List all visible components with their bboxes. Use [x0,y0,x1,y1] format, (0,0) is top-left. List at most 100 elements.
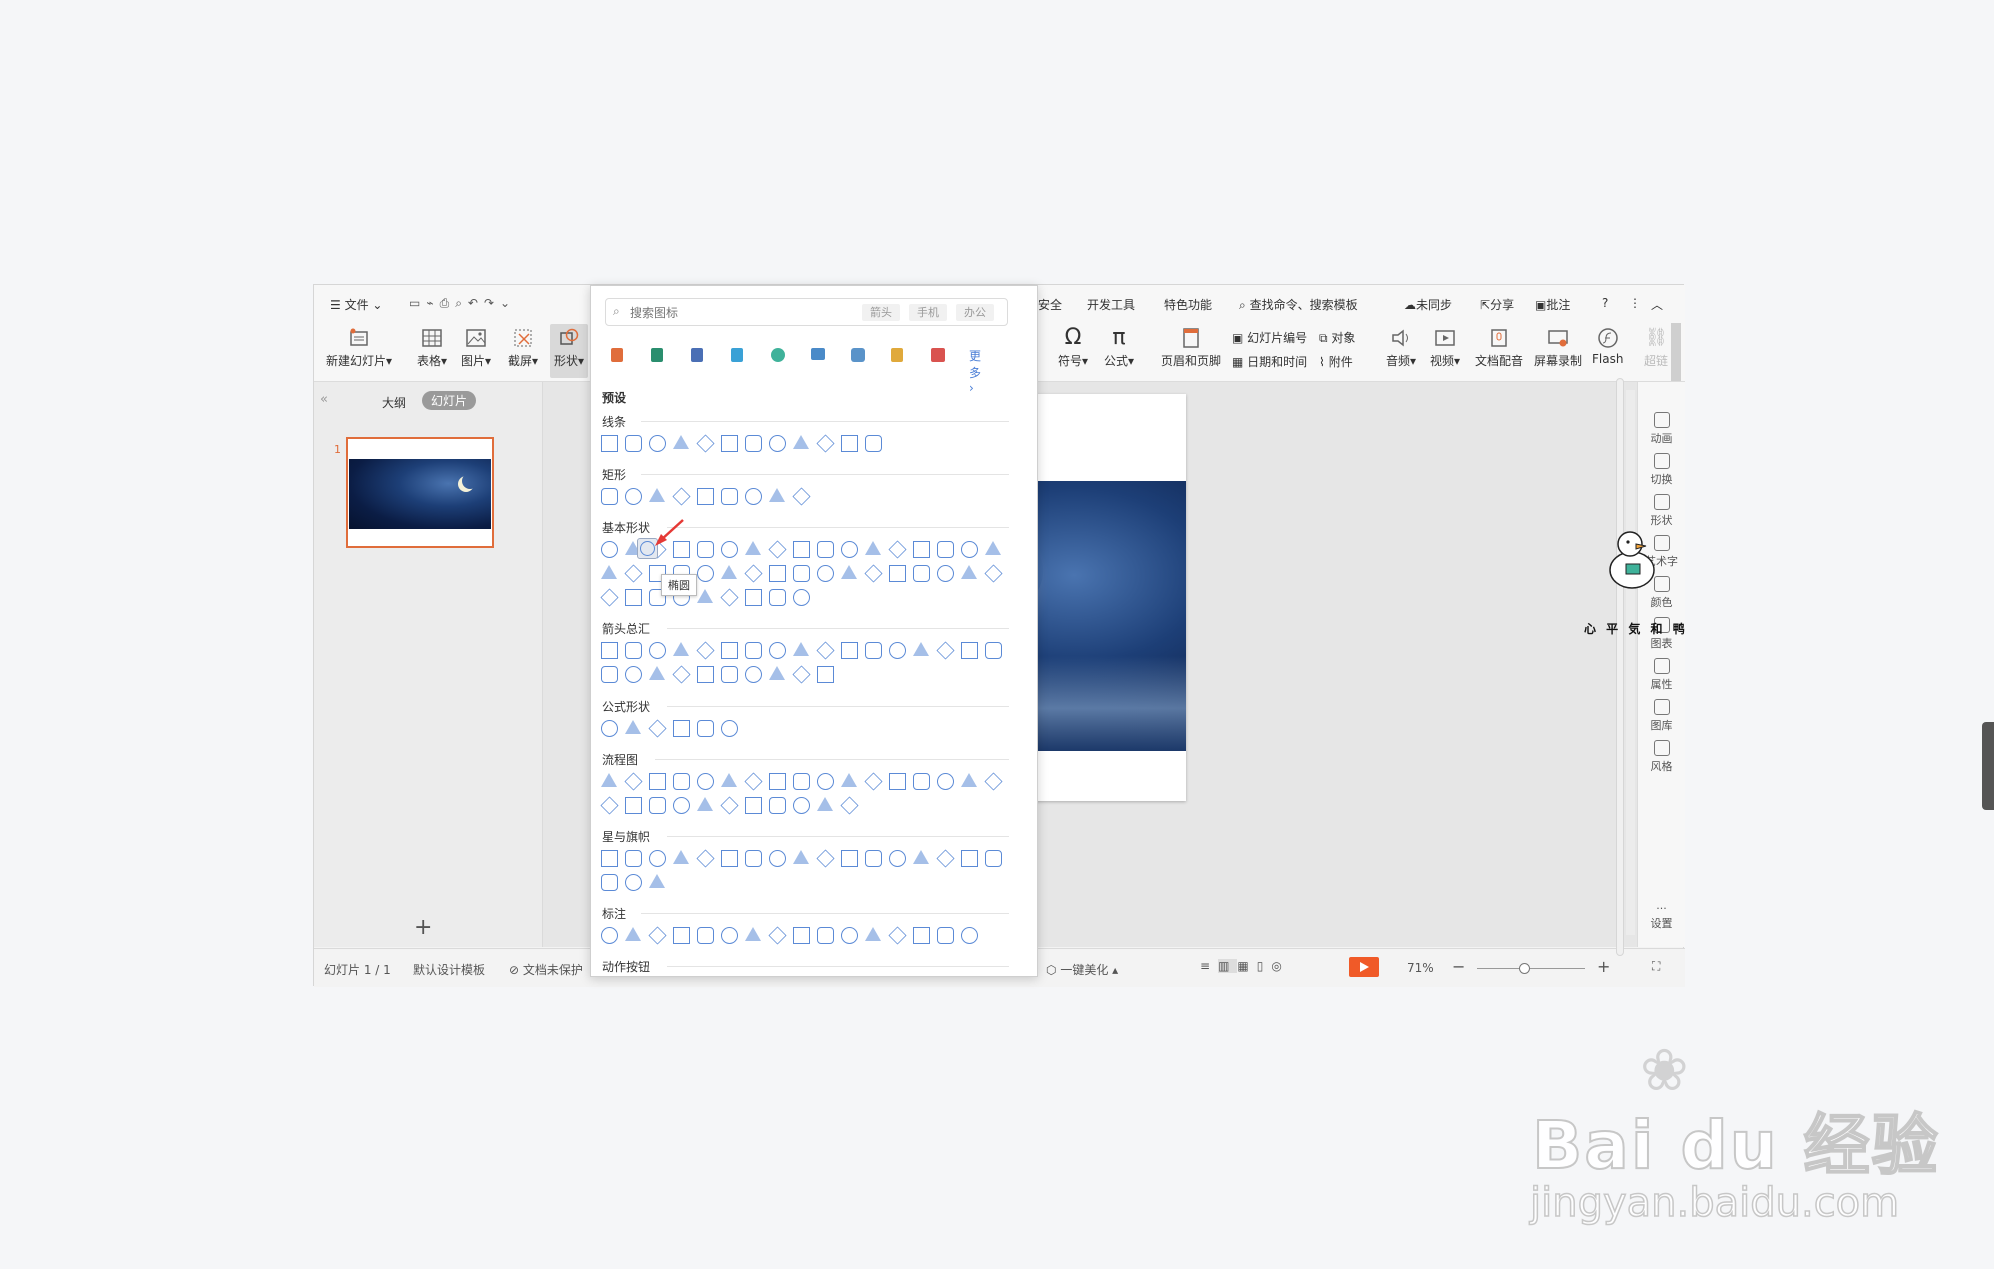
beautify-button[interactable]: ⬡ 一键美化 ▴ [1046,961,1118,978]
shape-item[interactable] [721,850,738,867]
attachment-button[interactable]: ⌇ 附件 [1319,353,1353,370]
format-painter-icon[interactable]: ⌁ [426,296,439,310]
shape-item[interactable] [937,773,954,790]
tab-slides[interactable]: 幻灯片 [422,391,477,410]
shape-item[interactable] [745,435,762,452]
shape-item[interactable] [864,564,883,583]
sync-button[interactable]: ☁未同步 [1404,296,1452,313]
shape-item[interactable] [601,565,617,579]
shape-item[interactable] [721,773,737,787]
panel-transition[interactable]: 切换 [1638,453,1685,487]
shape-item[interactable] [961,927,978,944]
shape-item[interactable] [673,720,690,737]
shape-item[interactable] [697,927,714,944]
shape-item[interactable] [673,642,689,656]
shape-item[interactable] [744,564,763,583]
shape-item[interactable] [936,849,955,868]
shape-item[interactable] [913,850,929,864]
shape-item[interactable] [625,720,641,734]
slide-thumbnail[interactable] [346,437,494,548]
shape-item[interactable] [625,927,641,941]
book-icon[interactable] [651,348,663,362]
shape-item[interactable] [768,926,787,945]
shape-item[interactable] [793,773,810,790]
shape-item[interactable] [625,666,642,683]
shape-item[interactable] [624,772,643,791]
shape-item[interactable] [697,797,713,811]
undo-icon[interactable]: ↶ [468,296,484,310]
shape-item[interactable] [696,641,715,660]
screen-record-button[interactable]: 屏幕录制 [1534,327,1582,369]
shape-item[interactable] [697,565,714,582]
shape-item[interactable] [865,927,881,941]
network-icon[interactable] [771,348,785,362]
shape-item[interactable] [673,435,689,449]
formula-button[interactable]: π 公式▾ [1104,327,1134,369]
shape-item[interactable] [673,850,689,864]
shape-item[interactable] [793,642,809,656]
panel-scroll-thumb[interactable] [1616,378,1624,956]
shape-item[interactable] [624,564,643,583]
shape-item[interactable] [793,850,809,864]
shape-item[interactable] [889,565,906,582]
annotate-button[interactable]: ▣批注 [1535,296,1570,313]
shape-item[interactable] [985,541,1001,555]
shape-item[interactable] [961,773,977,787]
shape-item[interactable] [744,772,763,791]
chip-office[interactable]: 办公 [956,304,994,321]
shape-item[interactable] [937,565,954,582]
shape-item[interactable] [913,565,930,582]
print-icon[interactable]: ⎙ [440,296,456,310]
shape-item[interactable] [721,435,738,452]
fit-window-icon[interactable]: ⛶ [1652,959,1660,974]
more-icon[interactable]: ⌄ [500,296,516,310]
shape-item[interactable] [841,642,858,659]
shape-item[interactable] [769,488,785,502]
person-icon[interactable] [891,348,903,362]
shape-item[interactable] [984,564,1003,583]
shape-item[interactable] [841,565,857,579]
shape-item[interactable] [721,488,738,505]
shape-item[interactable] [745,666,762,683]
shape-item[interactable] [625,797,642,814]
icon-search-input[interactable] [628,302,852,324]
shape-item[interactable] [769,589,786,606]
shape-item[interactable] [888,540,907,559]
team-icon[interactable] [851,348,865,362]
video-button[interactable]: 视频▾ [1430,327,1460,369]
shape-item[interactable] [793,565,810,582]
presenter-view-icon[interactable]: ◎ [1271,959,1289,973]
shape-item[interactable] [649,773,666,790]
shape-item[interactable] [745,927,761,941]
shape-item[interactable] [672,665,691,684]
tab-developer[interactable]: 开发工具 [1087,296,1135,313]
collapse-ribbon-icon[interactable]: ︿ [1651,296,1663,313]
shape-item[interactable] [937,927,954,944]
shape-item[interactable] [817,927,834,944]
shape-item[interactable] [721,642,738,659]
tab-security[interactable]: 安全 [1038,296,1062,313]
vertical-scrollbar[interactable] [1626,390,1635,935]
shape-item[interactable] [769,773,786,790]
shape-item[interactable] [817,666,834,683]
command-search[interactable]: ⌕ 查找命令、搜索模板 [1239,296,1358,313]
shape-item[interactable] [961,565,977,579]
shape-item[interactable] [865,642,882,659]
shape-item[interactable] [745,589,762,606]
shape-item[interactable] [601,435,618,452]
monitor-icon[interactable] [811,348,825,360]
shape-item[interactable] [865,435,882,452]
panel-gallery[interactable]: 图库 [1638,699,1685,733]
picture-button[interactable]: 图片▾ [461,327,491,369]
shape-item[interactable] [745,642,762,659]
shape-item[interactable] [865,850,882,867]
shape-item[interactable] [817,541,834,558]
shape-item[interactable] [601,666,618,683]
redo-icon[interactable]: ↷ [484,296,500,310]
file-menu[interactable]: ☰ 文件 ⌄ [330,296,382,313]
shape-item[interactable] [697,720,714,737]
help-button[interactable]: ? [1602,296,1608,310]
shape-item[interactable] [865,541,881,555]
shape-item[interactable] [721,541,738,558]
datetime-button[interactable]: ▦ 日期和时间 [1232,353,1307,370]
